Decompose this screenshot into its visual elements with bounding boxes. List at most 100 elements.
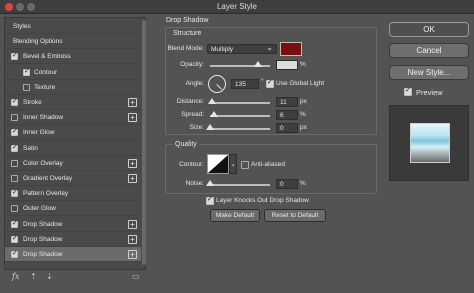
style-item-inner-glow[interactable]: Inner Glow xyxy=(5,125,141,141)
style-item-checkbox[interactable] xyxy=(11,159,18,167)
style-item-label: Color Overlay xyxy=(23,159,63,167)
style-item-drop-shadow[interactable]: Drop Shadow + xyxy=(5,247,141,262)
style-item-pattern-overlay[interactable]: Pattern Overlay xyxy=(5,186,141,202)
style-item-styles[interactable]: Styles xyxy=(5,19,141,34)
style-item-checkbox[interactable] xyxy=(11,234,18,243)
style-item-label: Drop Shadow xyxy=(23,235,63,243)
style-item-label: Inner Shadow xyxy=(23,114,64,122)
distance-input[interactable]: 11 xyxy=(276,97,298,107)
global-light-label: Use Global Light xyxy=(276,80,325,87)
style-item-contour[interactable]: Contour xyxy=(5,65,141,80)
global-light-checkbox[interactable] xyxy=(266,78,274,88)
panel-title: Drop Shadow xyxy=(166,17,209,24)
distance-slider[interactable] xyxy=(208,98,270,104)
style-item-label: Bevel & Emboss xyxy=(23,53,71,61)
ok-button[interactable]: OK xyxy=(389,22,469,37)
style-item-label: Pattern Overlay xyxy=(23,190,69,198)
size-slider-thumb[interactable] xyxy=(206,124,214,130)
style-item-label: Gradient Overlay xyxy=(23,175,73,182)
spread-slider[interactable] xyxy=(210,111,270,117)
add-style-instance-icon[interactable]: + xyxy=(128,98,137,107)
style-item-checkbox[interactable] xyxy=(23,83,30,91)
style-item-label: Styles xyxy=(13,23,31,30)
contour-picker[interactable] xyxy=(207,154,229,174)
noise-unit: % xyxy=(300,180,306,187)
fx-icon[interactable]: fx xyxy=(12,272,19,281)
style-item-checkbox[interactable] xyxy=(11,97,18,106)
style-item-texture[interactable]: Texture xyxy=(5,80,141,95)
style-item-checkbox[interactable] xyxy=(11,219,18,228)
title-bar: Layer Style xyxy=(0,0,474,14)
reset-to-default-button[interactable]: Reset to Default xyxy=(264,209,326,222)
size-unit: px xyxy=(300,124,307,131)
spread-input[interactable]: 6 xyxy=(276,110,298,120)
size-input[interactable]: 0 xyxy=(276,123,298,133)
style-item-checkbox[interactable] xyxy=(11,114,18,122)
angle-dial[interactable] xyxy=(208,75,226,93)
style-item-label: Inner Glow xyxy=(23,129,55,137)
angle-unit: ° xyxy=(261,78,264,85)
preview-label: Preview xyxy=(416,88,443,97)
preview-checkbox[interactable] xyxy=(404,86,412,96)
add-style-instance-icon[interactable]: + xyxy=(128,234,137,244)
add-style-instance-icon[interactable]: + xyxy=(128,113,137,123)
style-item-checkbox[interactable] xyxy=(11,188,18,198)
shadow-color-swatch[interactable] xyxy=(280,42,302,56)
spread-label: Spread: xyxy=(181,111,204,118)
size-label: Size: xyxy=(189,124,204,131)
add-style-instance-icon[interactable]: + xyxy=(128,250,137,259)
blend-mode-select[interactable]: Multiply xyxy=(207,43,277,54)
angle-input[interactable]: 135 xyxy=(231,79,259,89)
noise-slider-thumb[interactable] xyxy=(206,180,214,186)
spread-slider-thumb[interactable] xyxy=(210,111,218,117)
style-item-label: Texture xyxy=(34,83,56,91)
style-item-label: Contour xyxy=(34,68,58,76)
trash-icon[interactable]: ▭ xyxy=(132,272,140,281)
style-item-label: Blending Options xyxy=(13,38,63,46)
style-item-stroke[interactable]: Stroke + xyxy=(5,95,141,110)
new-style-button[interactable]: New Style... xyxy=(389,65,469,80)
move-down-icon[interactable]: ⇣ xyxy=(46,272,53,281)
knockout-checkbox[interactable] xyxy=(206,195,214,205)
noise-slider[interactable] xyxy=(206,180,270,186)
style-item-checkbox[interactable] xyxy=(11,175,18,182)
opacity-slider-thumb[interactable] xyxy=(254,61,262,67)
add-style-instance-icon[interactable]: + xyxy=(128,158,137,168)
structure-heading: Structure xyxy=(173,30,202,37)
opacity-slider[interactable] xyxy=(210,61,270,67)
contour-dropdown-button[interactable]: ⌄ xyxy=(229,154,237,174)
opacity-unit: % xyxy=(300,61,306,68)
style-item-drop-shadow[interactable]: Drop Shadow + xyxy=(5,217,141,232)
style-item-outer-glow[interactable]: Outer Glow xyxy=(5,201,141,217)
opacity-input[interactable] xyxy=(276,60,298,70)
style-item-bevel-emboss[interactable]: Bevel & Emboss xyxy=(5,49,141,65)
distance-label: Distance: xyxy=(176,98,204,105)
noise-input[interactable]: 0 xyxy=(276,179,298,189)
make-default-button[interactable]: Make Default xyxy=(210,209,260,222)
anti-aliased-checkbox[interactable] xyxy=(241,161,249,169)
add-style-instance-icon[interactable]: + xyxy=(128,174,137,183)
style-item-blending-options[interactable]: Blending Options xyxy=(5,34,141,50)
style-item-color-overlay[interactable]: Color Overlay + xyxy=(5,156,141,171)
styles-list-scrollbar[interactable] xyxy=(142,20,146,265)
add-style-instance-icon[interactable]: + xyxy=(128,219,137,229)
size-slider[interactable] xyxy=(206,124,270,130)
style-item-inner-shadow[interactable]: Inner Shadow + xyxy=(5,110,141,126)
style-item-checkbox[interactable] xyxy=(11,143,18,152)
style-item-checkbox[interactable] xyxy=(11,51,18,61)
style-item-checkbox[interactable] xyxy=(23,67,30,76)
anti-aliased-label: Anti-aliased xyxy=(251,161,285,168)
style-item-gradient-overlay[interactable]: Gradient Overlay + xyxy=(5,171,141,186)
style-item-label: Drop Shadow xyxy=(23,220,63,228)
move-up-icon[interactable]: ⇡ xyxy=(30,272,37,281)
style-item-checkbox[interactable] xyxy=(11,249,18,258)
distance-slider-thumb[interactable] xyxy=(208,98,216,104)
style-item-checkbox[interactable] xyxy=(11,127,18,137)
style-item-satin[interactable]: Satin xyxy=(5,141,141,156)
opacity-label: Opacity: xyxy=(180,61,204,68)
noise-label: Noise: xyxy=(185,180,204,187)
style-item-checkbox[interactable] xyxy=(11,205,18,213)
distance-unit: px xyxy=(300,98,307,105)
cancel-button[interactable]: Cancel xyxy=(389,43,469,58)
style-item-drop-shadow[interactable]: Drop Shadow + xyxy=(5,232,141,247)
